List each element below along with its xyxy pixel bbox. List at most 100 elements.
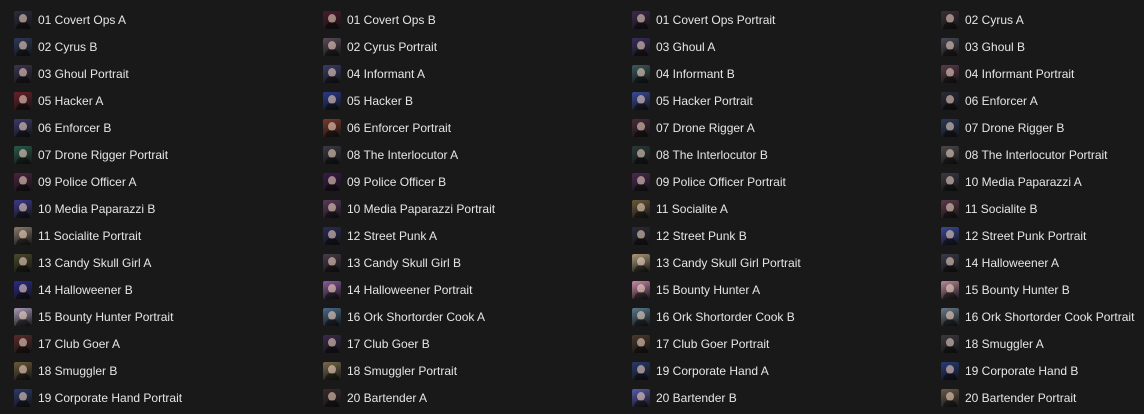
file-thumbnail bbox=[941, 254, 959, 272]
file-thumbnail bbox=[323, 308, 341, 326]
file-thumbnail bbox=[323, 119, 341, 137]
file-item[interactable]: 20 Bartender Portrait bbox=[940, 387, 1144, 409]
file-item[interactable]: 09 Police Officer Portrait bbox=[631, 171, 931, 193]
file-item[interactable]: 17 Club Goer B bbox=[322, 333, 622, 355]
file-thumbnail bbox=[941, 335, 959, 353]
file-thumbnail bbox=[941, 146, 959, 164]
file-item[interactable]: 02 Cyrus A bbox=[940, 9, 1144, 31]
file-item[interactable]: 14 Halloweener A bbox=[940, 252, 1144, 274]
file-thumbnail bbox=[632, 200, 650, 218]
file-item[interactable]: 11 Socialite Portrait bbox=[13, 225, 313, 247]
file-item[interactable]: 03 Ghoul A bbox=[631, 36, 931, 58]
file-item[interactable]: 13 Candy Skull Girl Portrait bbox=[631, 252, 931, 274]
file-item[interactable]: 15 Bounty Hunter Portrait bbox=[13, 306, 313, 328]
file-item[interactable]: 06 Enforcer B bbox=[13, 117, 313, 139]
file-item[interactable]: 13 Candy Skull Girl B bbox=[322, 252, 622, 274]
file-thumbnail bbox=[323, 362, 341, 380]
file-thumbnail bbox=[323, 227, 341, 245]
file-item[interactable]: 18 Smuggler Portrait bbox=[322, 360, 622, 382]
file-item[interactable]: 01 Covert Ops A bbox=[13, 9, 313, 31]
file-name: 13 Candy Skull Girl B bbox=[347, 256, 462, 270]
file-name: 19 Corporate Hand A bbox=[656, 364, 769, 378]
file-item[interactable]: 18 Smuggler B bbox=[13, 360, 313, 382]
file-item[interactable]: 20 Bartender B bbox=[631, 387, 931, 409]
file-item[interactable]: 08 The Interlocutor Portrait bbox=[940, 144, 1144, 166]
file-name: 05 Hacker Portrait bbox=[656, 94, 753, 108]
file-item[interactable]: 07 Drone Rigger Portrait bbox=[13, 144, 313, 166]
file-item[interactable]: 14 Halloweener B bbox=[13, 279, 313, 301]
file-item[interactable]: 12 Street Punk Portrait bbox=[940, 225, 1144, 247]
file-item[interactable]: 11 Socialite B bbox=[940, 198, 1144, 220]
file-item[interactable]: 14 Halloweener Portrait bbox=[322, 279, 622, 301]
file-item[interactable]: 06 Enforcer A bbox=[940, 90, 1144, 112]
file-item[interactable]: 19 Corporate Hand B bbox=[940, 360, 1144, 382]
file-item[interactable]: 04 Informant B bbox=[631, 63, 931, 85]
file-thumbnail bbox=[14, 362, 32, 380]
file-item[interactable]: 09 Police Officer A bbox=[13, 171, 313, 193]
file-item[interactable]: 15 Bounty Hunter A bbox=[631, 279, 931, 301]
file-item[interactable]: 06 Enforcer Portrait bbox=[322, 117, 622, 139]
file-item[interactable]: 12 Street Punk A bbox=[322, 225, 622, 247]
file-name: 10 Media Paparazzi B bbox=[38, 202, 156, 216]
file-thumbnail bbox=[941, 92, 959, 110]
file-name: 16 Ork Shortorder Cook A bbox=[347, 310, 486, 324]
file-item[interactable]: 18 Smuggler A bbox=[940, 333, 1144, 355]
file-thumbnail bbox=[14, 254, 32, 272]
file-thumbnail bbox=[14, 281, 32, 299]
file-item[interactable]: 20 Bartender A bbox=[322, 387, 622, 409]
file-item[interactable]: 19 Corporate Hand A bbox=[631, 360, 931, 382]
file-item[interactable]: 05 Hacker Portrait bbox=[631, 90, 931, 112]
file-thumbnail bbox=[323, 65, 341, 83]
file-thumbnail bbox=[632, 92, 650, 110]
file-item[interactable]: 08 The Interlocutor B bbox=[631, 144, 931, 166]
file-item[interactable]: 17 Club Goer Portrait bbox=[631, 333, 931, 355]
file-item[interactable]: 11 Socialite A bbox=[631, 198, 931, 220]
file-item[interactable]: 16 Ork Shortorder Cook A bbox=[322, 306, 622, 328]
file-name: 08 The Interlocutor Portrait bbox=[965, 148, 1108, 162]
file-item[interactable]: 03 Ghoul Portrait bbox=[13, 63, 313, 85]
file-item[interactable]: 02 Cyrus Portrait bbox=[322, 36, 622, 58]
file-name: 02 Cyrus Portrait bbox=[347, 40, 438, 54]
file-item[interactable]: 01 Covert Ops Portrait bbox=[631, 9, 931, 31]
file-item[interactable]: 04 Informant A bbox=[322, 63, 622, 85]
file-thumbnail bbox=[632, 173, 650, 191]
file-item[interactable]: 19 Corporate Hand Portrait bbox=[13, 387, 313, 409]
file-thumbnail bbox=[632, 281, 650, 299]
file-item[interactable]: 04 Informant Portrait bbox=[940, 63, 1144, 85]
file-thumbnail bbox=[941, 38, 959, 56]
file-item[interactable]: 17 Club Goer A bbox=[13, 333, 313, 355]
file-name: 13 Candy Skull Girl Portrait bbox=[656, 256, 801, 270]
file-item[interactable]: 10 Media Paparazzi B bbox=[13, 198, 313, 220]
file-name: 04 Informant B bbox=[656, 67, 735, 81]
file-item[interactable]: 02 Cyrus B bbox=[13, 36, 313, 58]
file-item[interactable]: 05 Hacker B bbox=[322, 90, 622, 112]
file-item[interactable]: 12 Street Punk B bbox=[631, 225, 931, 247]
file-item[interactable]: 16 Ork Shortorder Cook B bbox=[631, 306, 931, 328]
file-thumbnail bbox=[632, 389, 650, 407]
file-name: 06 Enforcer B bbox=[38, 121, 112, 135]
file-item[interactable]: 03 Ghoul B bbox=[940, 36, 1144, 58]
file-thumbnail bbox=[632, 362, 650, 380]
file-item[interactable]: 08 The Interlocutor A bbox=[322, 144, 622, 166]
file-item[interactable]: 16 Ork Shortorder Cook Portrait bbox=[940, 306, 1144, 328]
file-thumbnail bbox=[14, 92, 32, 110]
file-thumbnail bbox=[323, 38, 341, 56]
file-item[interactable]: 09 Police Officer B bbox=[322, 171, 622, 193]
file-thumbnail bbox=[632, 146, 650, 164]
file-item[interactable]: 10 Media Paparazzi Portrait bbox=[322, 198, 622, 220]
file-thumbnail bbox=[632, 38, 650, 56]
file-item[interactable]: 15 Bounty Hunter B bbox=[940, 279, 1144, 301]
file-name: 02 Cyrus A bbox=[965, 13, 1024, 27]
file-item[interactable]: 07 Drone Rigger A bbox=[631, 117, 931, 139]
file-item[interactable]: 01 Covert Ops B bbox=[322, 9, 622, 31]
file-name: 03 Ghoul A bbox=[656, 40, 716, 54]
file-item[interactable]: 07 Drone Rigger B bbox=[940, 117, 1144, 139]
file-item[interactable]: 13 Candy Skull Girl A bbox=[13, 252, 313, 274]
file-name: 18 Smuggler A bbox=[965, 337, 1044, 351]
file-thumbnail bbox=[632, 65, 650, 83]
file-item[interactable]: 05 Hacker A bbox=[13, 90, 313, 112]
file-name: 17 Club Goer A bbox=[38, 337, 121, 351]
file-name: 17 Club Goer Portrait bbox=[656, 337, 770, 351]
file-name: 15 Bounty Hunter Portrait bbox=[38, 310, 174, 324]
file-item[interactable]: 10 Media Paparazzi A bbox=[940, 171, 1144, 193]
